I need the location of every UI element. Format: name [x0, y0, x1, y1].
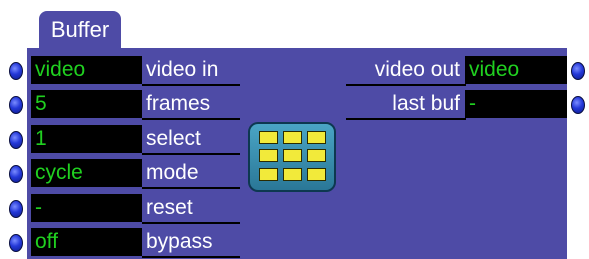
- input-port-bypass[interactable]: [9, 234, 23, 252]
- output-value-last-buf[interactable]: -: [465, 90, 567, 118]
- grid-cell: [283, 168, 302, 181]
- output-underline: [346, 84, 466, 86]
- grid-cell: [283, 149, 302, 162]
- input-underline: [142, 153, 240, 155]
- input-label-mode: mode: [146, 161, 199, 184]
- input-underline: [142, 187, 240, 189]
- input-label-select: select: [146, 127, 201, 150]
- output-row-last-buf: last buf -: [0, 90, 589, 120]
- grid-cell: [259, 131, 278, 144]
- output-label-video-out: video out: [374, 58, 460, 81]
- input-underline: [142, 222, 240, 224]
- output-port-video-out[interactable]: [571, 62, 585, 80]
- input-underline: [142, 256, 240, 258]
- grid-cell: [307, 168, 326, 181]
- input-port-select[interactable]: [9, 131, 23, 149]
- input-port-reset[interactable]: [9, 200, 23, 218]
- grid-cell: [259, 168, 278, 181]
- output-port-last-buf[interactable]: [571, 96, 585, 114]
- actor-title-tab[interactable]: Buffer: [39, 11, 121, 53]
- input-value-mode[interactable]: cycle: [31, 159, 142, 187]
- input-value-reset[interactable]: -: [31, 194, 142, 222]
- buffer-grid-icon: [248, 122, 336, 192]
- grid-cell: [307, 131, 326, 144]
- output-label-last-buf: last buf: [392, 92, 460, 115]
- actor-title: Buffer: [50, 17, 110, 42]
- buffer-actor[interactable]: Buffer video video in 5 frames 1 select …: [0, 0, 589, 259]
- input-row-bypass: off bypass: [0, 228, 589, 258]
- input-value-select[interactable]: 1: [31, 125, 142, 153]
- input-label-reset: reset: [146, 196, 193, 219]
- input-row-reset: - reset: [0, 194, 589, 224]
- output-row-video-out: video out video: [0, 56, 589, 86]
- output-value-video-out[interactable]: video: [465, 56, 567, 84]
- input-port-mode[interactable]: [9, 165, 23, 183]
- grid-cell: [259, 149, 278, 162]
- grid-cell: [283, 131, 302, 144]
- grid-cell: [307, 149, 326, 162]
- input-value-bypass[interactable]: off: [31, 228, 142, 256]
- input-label-bypass: bypass: [146, 230, 213, 253]
- output-underline: [346, 118, 466, 120]
